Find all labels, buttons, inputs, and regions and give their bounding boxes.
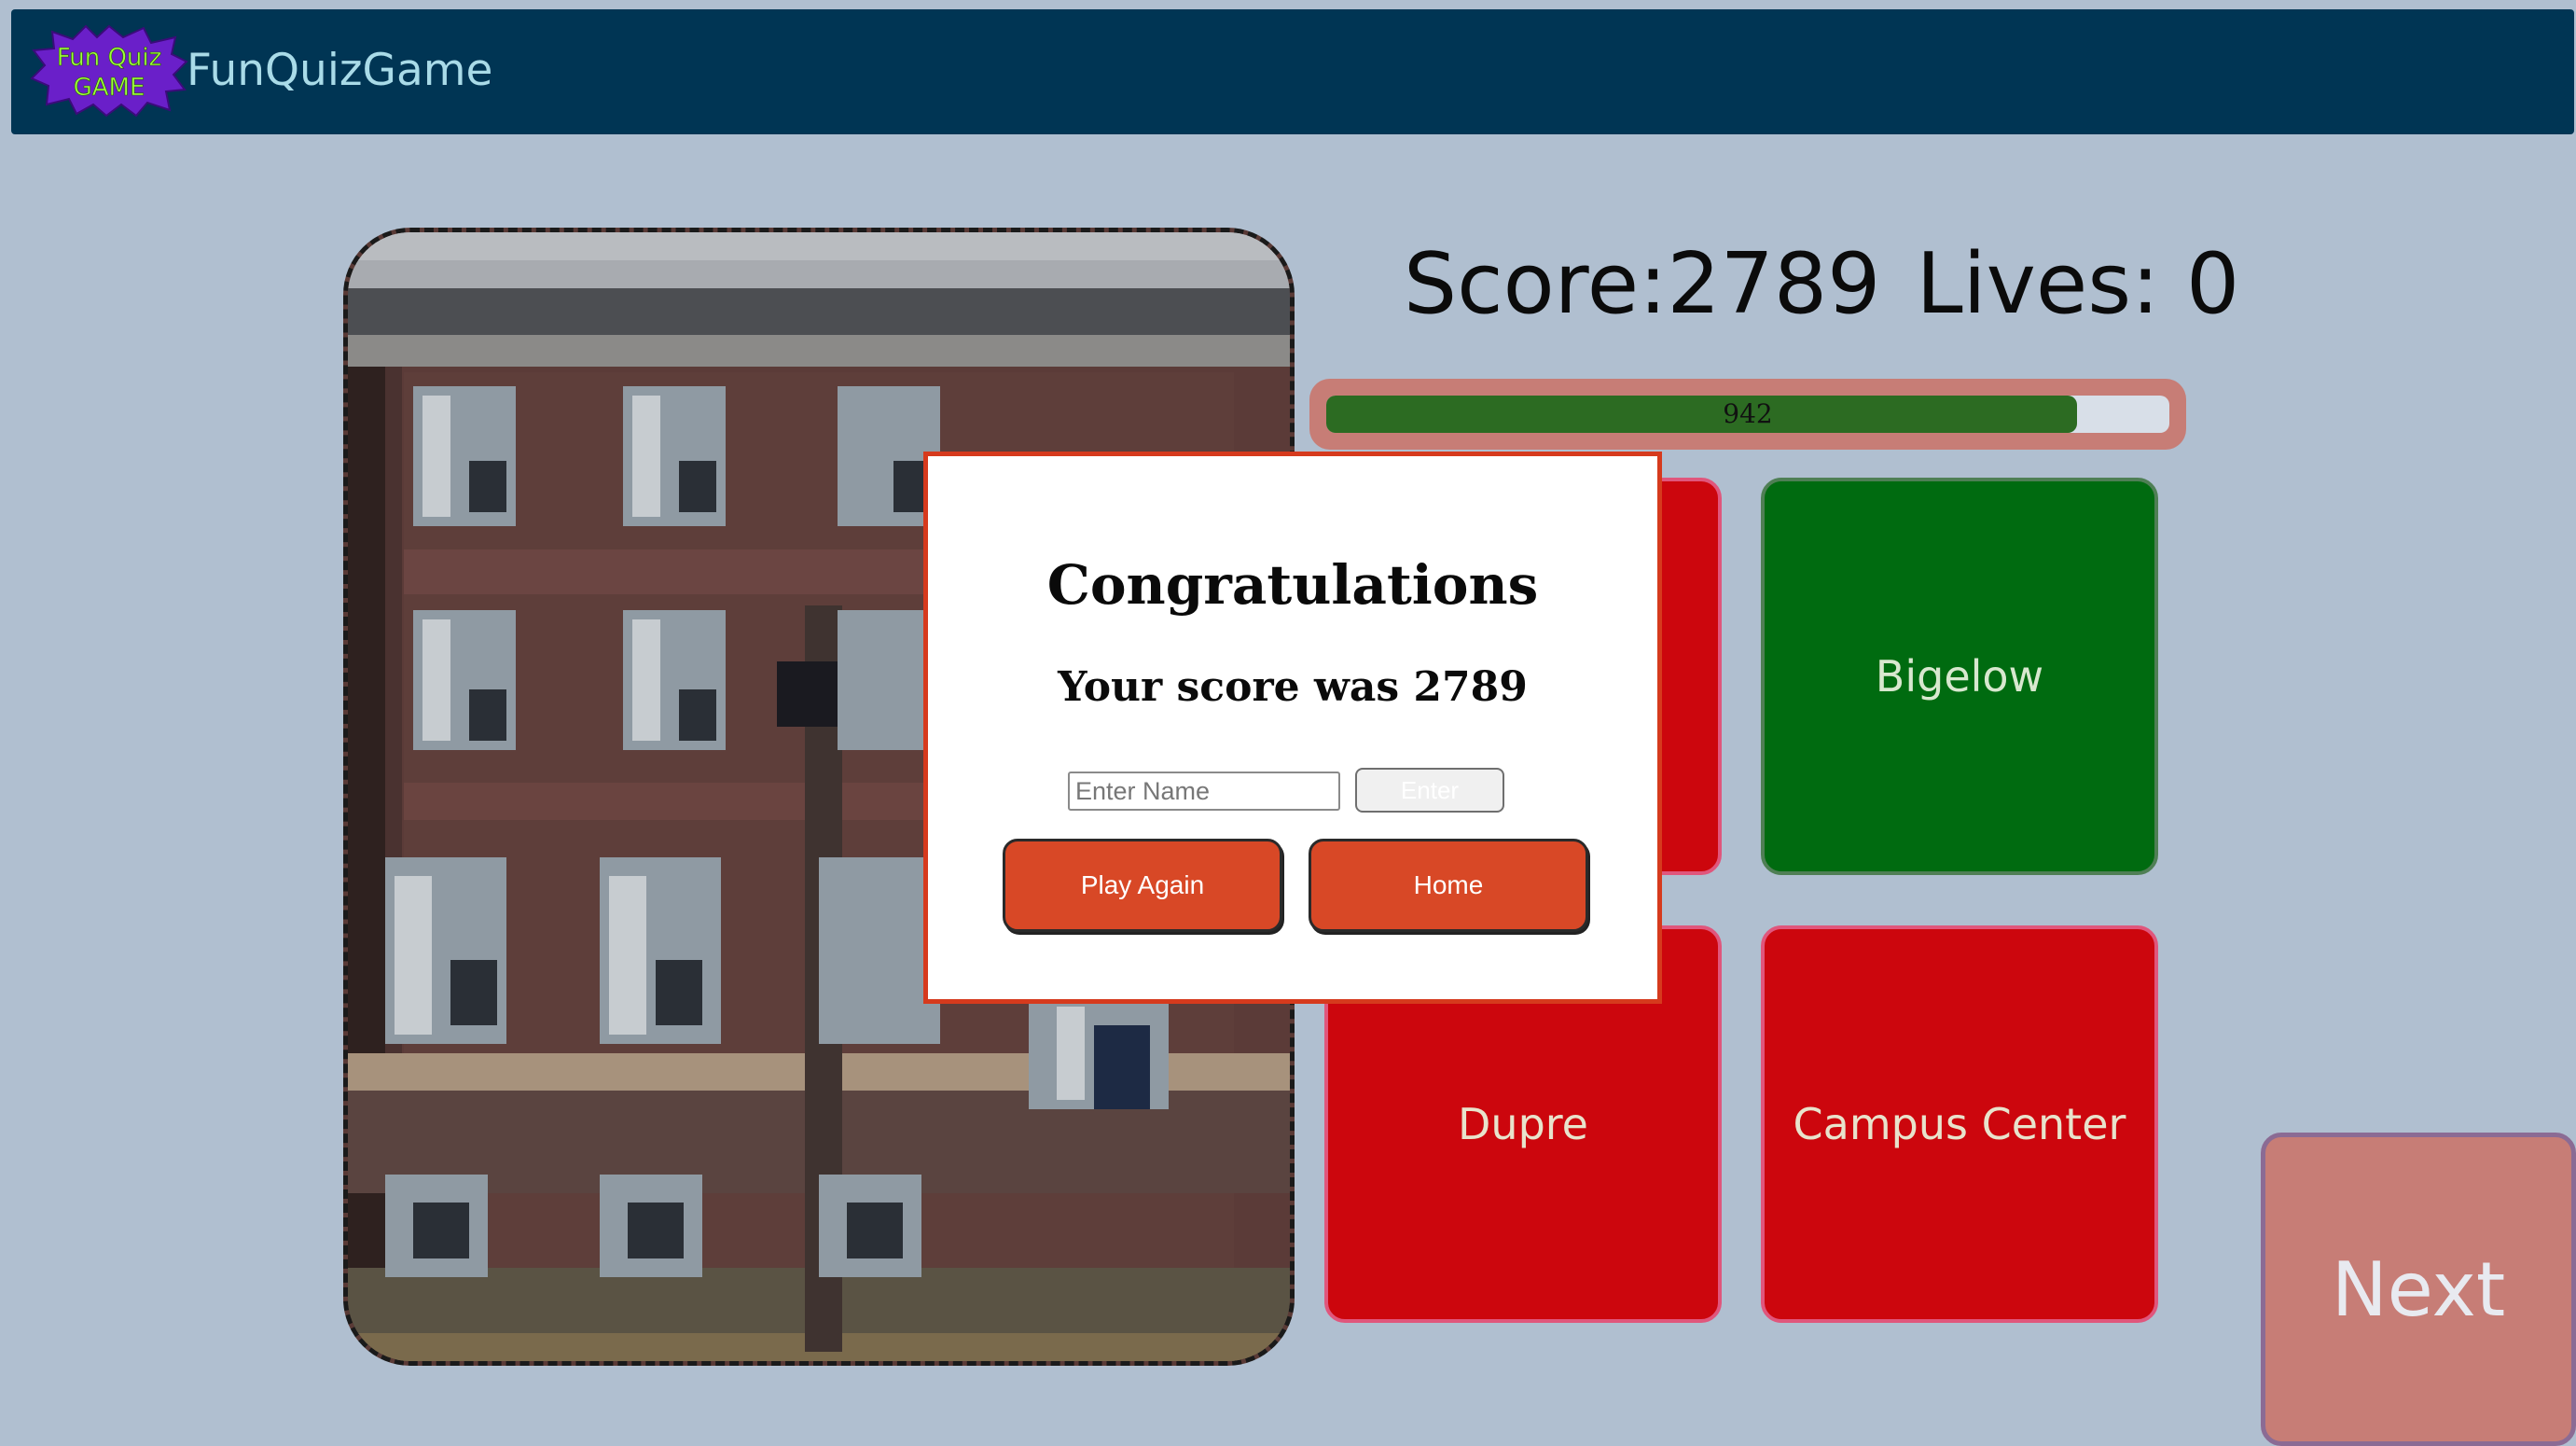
home-button[interactable]: Home bbox=[1309, 839, 1588, 932]
game-over-modal: Congratulations Your score was 2789 Ente… bbox=[923, 452, 1662, 1004]
timer-value: 942 bbox=[1723, 398, 1773, 429]
timer-bar: 942 bbox=[1309, 379, 2186, 450]
final-score-text: Your score was 2789 bbox=[1058, 663, 1528, 711]
logo-text-fun-quiz: Fun Quiz bbox=[57, 44, 162, 72]
score-text: Score:2789 bbox=[1404, 235, 1881, 333]
lives-text: Lives: 0 bbox=[1916, 235, 2240, 333]
top-navbar: Fun Quiz GAME FunQuizGame bbox=[11, 9, 2574, 134]
play-again-button[interactable]: Play Again bbox=[1003, 839, 1282, 932]
score-lives-display: Score:2789 Lives: 0 bbox=[1404, 235, 2239, 333]
next-button[interactable]: Next bbox=[2261, 1133, 2576, 1446]
name-input[interactable] bbox=[1068, 772, 1340, 811]
brand-title[interactable]: FunQuizGame bbox=[187, 45, 492, 96]
fun-quiz-game-logo[interactable]: Fun Quiz GAME bbox=[30, 24, 188, 118]
enter-button[interactable]: Enter bbox=[1355, 768, 1504, 813]
logo-text-game: GAME bbox=[74, 74, 145, 102]
timer-track: 942 bbox=[1326, 396, 2169, 433]
answer-button-4[interactable]: Campus Center bbox=[1761, 925, 2158, 1323]
modal-title: Congratulations bbox=[1046, 553, 1539, 617]
answer-button-2[interactable]: Bigelow bbox=[1761, 478, 2158, 875]
